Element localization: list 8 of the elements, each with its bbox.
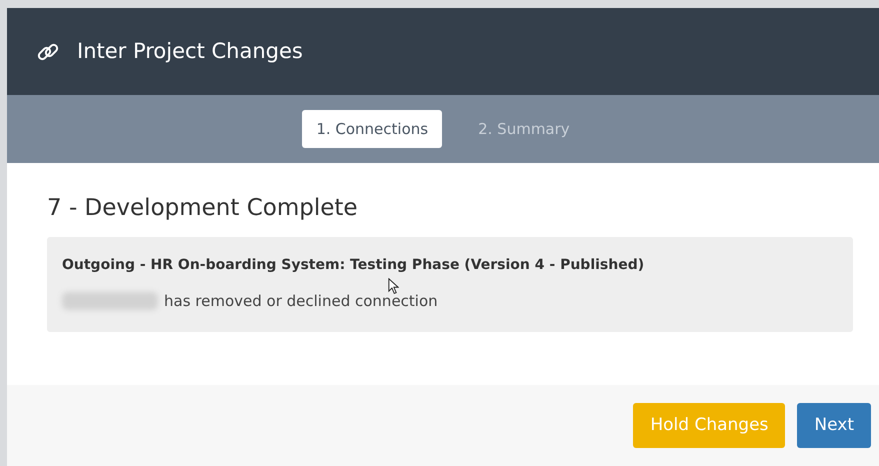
step-tab[interactable]: 2. Summary xyxy=(464,110,584,148)
next-button[interactable]: Next xyxy=(797,402,871,448)
mouse-cursor-icon xyxy=(388,278,399,295)
dialog-title: Inter Project Changes xyxy=(77,38,303,65)
change-title: Outgoing - HR On-boarding System: Testing Phase (Version 4 - Published) xyxy=(62,256,646,275)
change-message: has removed or declined connection xyxy=(164,290,438,312)
section-heading: 7 - Development Complete xyxy=(47,195,359,223)
step-tab[interactable]: 1. Connections xyxy=(302,110,442,148)
